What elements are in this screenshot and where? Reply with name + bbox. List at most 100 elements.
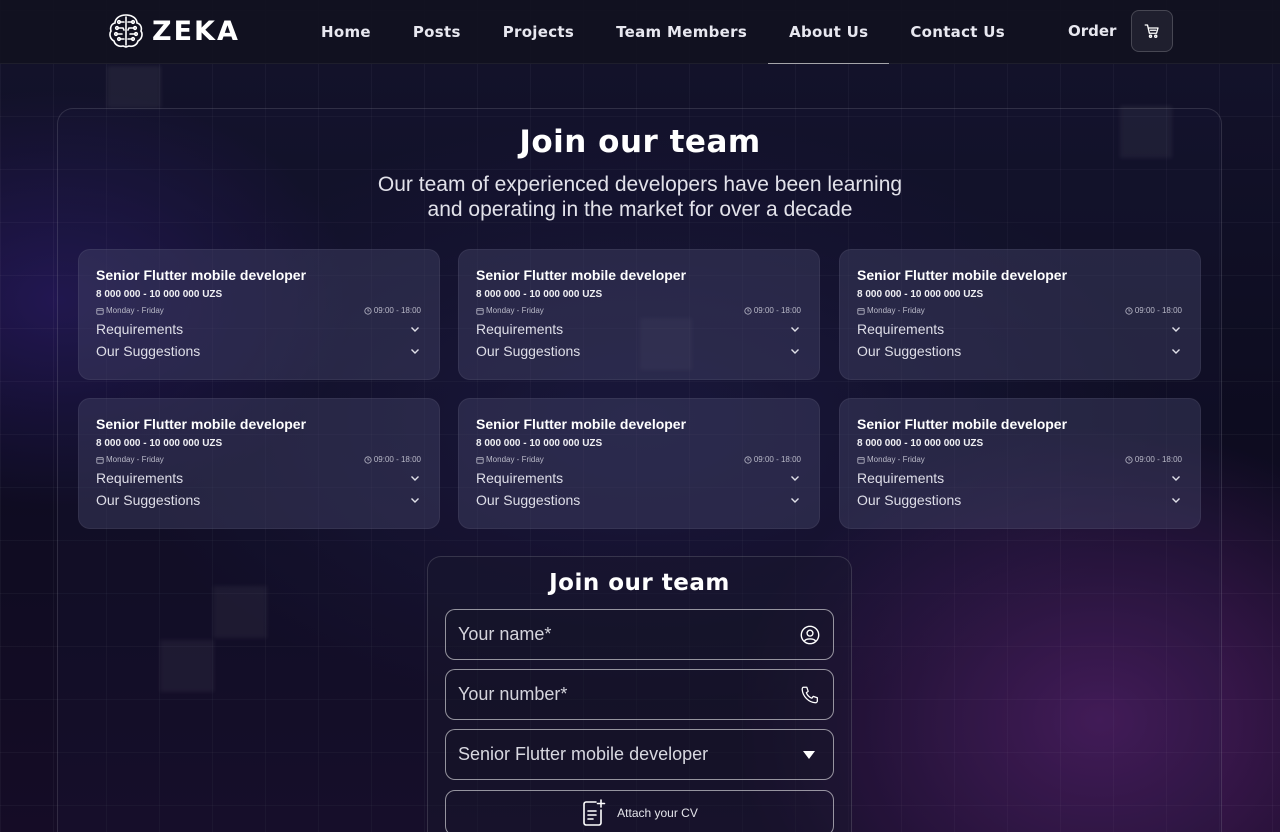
number-input[interactable] — [458, 684, 778, 705]
chevron-down-icon — [1172, 348, 1180, 354]
cart-icon — [1144, 24, 1159, 38]
clock-icon — [364, 455, 372, 464]
suggestions-label: Our Suggestions — [476, 491, 581, 508]
vacancy-title: Senior Flutter mobile developer — [96, 416, 307, 432]
calendar-icon — [96, 456, 104, 464]
logo-text: ZEKA — [152, 15, 240, 47]
vacancy-meta: Monday - Friday 09:00 - 18:00 — [96, 455, 421, 464]
nav-projects[interactable]: Projects — [482, 0, 595, 64]
vacancy-days: Monday - Friday — [867, 306, 925, 315]
suggestions-toggle[interactable]: Our Suggestions — [857, 342, 1182, 359]
nav-home[interactable]: Home — [300, 0, 392, 64]
requirements-label: Requirements — [96, 320, 184, 337]
vacancy-meta: Monday - Friday 09:00 - 18:00 — [476, 306, 801, 315]
vacancy-salary: 8 000 000 - 10 000 000 UZS — [96, 438, 223, 449]
chevron-down-icon — [411, 475, 419, 481]
vacancy-days: Monday - Friday — [106, 455, 164, 464]
requirements-toggle[interactable]: Requirements — [96, 320, 421, 337]
file-add-icon — [583, 799, 606, 826]
brain-circuit-icon — [109, 14, 143, 48]
clock-icon — [744, 455, 752, 464]
suggestions-label: Our Suggestions — [857, 491, 962, 508]
vacancy-meta: Monday - Friday 09:00 - 18:00 — [96, 306, 421, 315]
vacancy-hours: 09:00 - 18:00 — [1134, 455, 1182, 464]
vacancy-hours: 09:00 - 18:00 — [753, 455, 801, 464]
vacancy-card: Senior Flutter mobile developer 8 000 00… — [839, 249, 1201, 380]
cart-button[interactable] — [1131, 10, 1173, 52]
subtitle-line: Our team of experienced developers have … — [377, 173, 903, 196]
nav-team-members[interactable]: Team Members — [595, 0, 768, 64]
vacancy-meta: Monday - Friday 09:00 - 18:00 — [857, 455, 1182, 464]
vacancy-hours: 09:00 - 18:00 — [373, 455, 421, 464]
vacancy-title: Senior Flutter mobile developer — [857, 416, 1068, 432]
page-title: Join our team — [519, 124, 761, 160]
vacancy-card: Senior Flutter mobile developer 8 000 00… — [458, 398, 820, 529]
name-field[interactable] — [445, 609, 834, 660]
requirements-label: Requirements — [476, 320, 564, 337]
nav-posts[interactable]: Posts — [392, 0, 482, 64]
name-input[interactable] — [458, 624, 778, 645]
vacancy-days: Monday - Friday — [106, 306, 164, 315]
vacancy-days: Monday - Friday — [486, 455, 544, 464]
requirements-toggle[interactable]: Requirements — [96, 469, 421, 486]
suggestions-label: Our Suggestions — [96, 342, 201, 359]
calendar-icon — [96, 307, 104, 315]
nav-contact-us[interactable]: Contact Us — [889, 0, 1026, 64]
requirements-toggle[interactable]: Requirements — [476, 469, 801, 486]
chevron-down-icon — [1172, 497, 1180, 503]
vacancy-hours: 09:00 - 18:00 — [1134, 306, 1182, 315]
vacancy-title: Senior Flutter mobile developer — [476, 416, 687, 432]
requirements-label: Requirements — [96, 469, 184, 486]
requirements-toggle[interactable]: Requirements — [857, 469, 1182, 486]
attach-cv-button[interactable]: Attach your CV — [445, 790, 834, 832]
suggestions-toggle[interactable]: Our Suggestions — [96, 491, 421, 508]
vacancy-days: Monday - Friday — [486, 306, 544, 315]
calendar-icon — [857, 307, 865, 315]
order-link[interactable]: Order — [1068, 22, 1116, 40]
vacancy-card: Senior Flutter mobile developer 8 000 00… — [78, 398, 440, 529]
suggestions-toggle[interactable]: Our Suggestions — [476, 342, 801, 359]
clock-icon — [1125, 455, 1133, 464]
requirements-label: Requirements — [476, 469, 564, 486]
phone-icon — [801, 686, 818, 703]
suggestions-toggle[interactable]: Our Suggestions — [476, 491, 801, 508]
calendar-icon — [476, 307, 484, 315]
vacancy-card: Senior Flutter mobile developer 8 000 00… — [839, 398, 1201, 529]
vacancy-card: Senior Flutter mobile developer 8 000 00… — [458, 249, 820, 380]
clock-icon — [744, 306, 752, 315]
vacancy-salary: 8 000 000 - 10 000 000 UZS — [476, 438, 603, 449]
clock-icon — [1125, 306, 1133, 315]
vacancy-hours: 09:00 - 18:00 — [753, 306, 801, 315]
chevron-down-icon — [411, 348, 419, 354]
suggestions-toggle[interactable]: Our Suggestions — [857, 491, 1182, 508]
vacancy-meta: Monday - Friday 09:00 - 18:00 — [476, 455, 801, 464]
suggestions-label: Our Suggestions — [857, 342, 962, 359]
chevron-down-icon — [1172, 475, 1180, 481]
top-nav-bar: ZEKA Home Posts Projects Team Members Ab… — [0, 0, 1280, 64]
number-field[interactable] — [445, 669, 834, 720]
clock-icon — [364, 306, 372, 315]
attach-cv-label: Attach your CV — [617, 806, 698, 820]
vacancy-salary: 8 000 000 - 10 000 000 UZS — [96, 289, 223, 300]
vacancy-title: Senior Flutter mobile developer — [476, 267, 687, 283]
page-subtitle: Our team of experienced developers have … — [340, 172, 940, 222]
logo[interactable]: ZEKA — [106, 11, 240, 51]
chevron-down-icon — [791, 475, 799, 481]
suggestions-toggle[interactable]: Our Suggestions — [96, 342, 421, 359]
form-title: Join our team — [549, 570, 730, 596]
chevron-down-icon — [791, 326, 799, 332]
suggestions-label: Our Suggestions — [476, 342, 581, 359]
decor-square — [107, 66, 161, 108]
nav-about-us[interactable]: About Us — [768, 0, 890, 64]
dropdown-triangle-icon — [803, 750, 815, 759]
requirements-toggle[interactable]: Requirements — [476, 320, 801, 337]
vacancy-salary: 8 000 000 - 10 000 000 UZS — [476, 289, 603, 300]
position-select[interactable]: Senior Flutter mobile developer — [445, 729, 834, 780]
requirements-label: Requirements — [857, 320, 945, 337]
calendar-icon — [476, 456, 484, 464]
vacancy-days: Monday - Friday — [867, 455, 925, 464]
vacancy-meta: Monday - Friday 09:00 - 18:00 — [857, 306, 1182, 315]
chevron-down-icon — [411, 497, 419, 503]
vacancy-title: Senior Flutter mobile developer — [857, 267, 1068, 283]
requirements-toggle[interactable]: Requirements — [857, 320, 1182, 337]
